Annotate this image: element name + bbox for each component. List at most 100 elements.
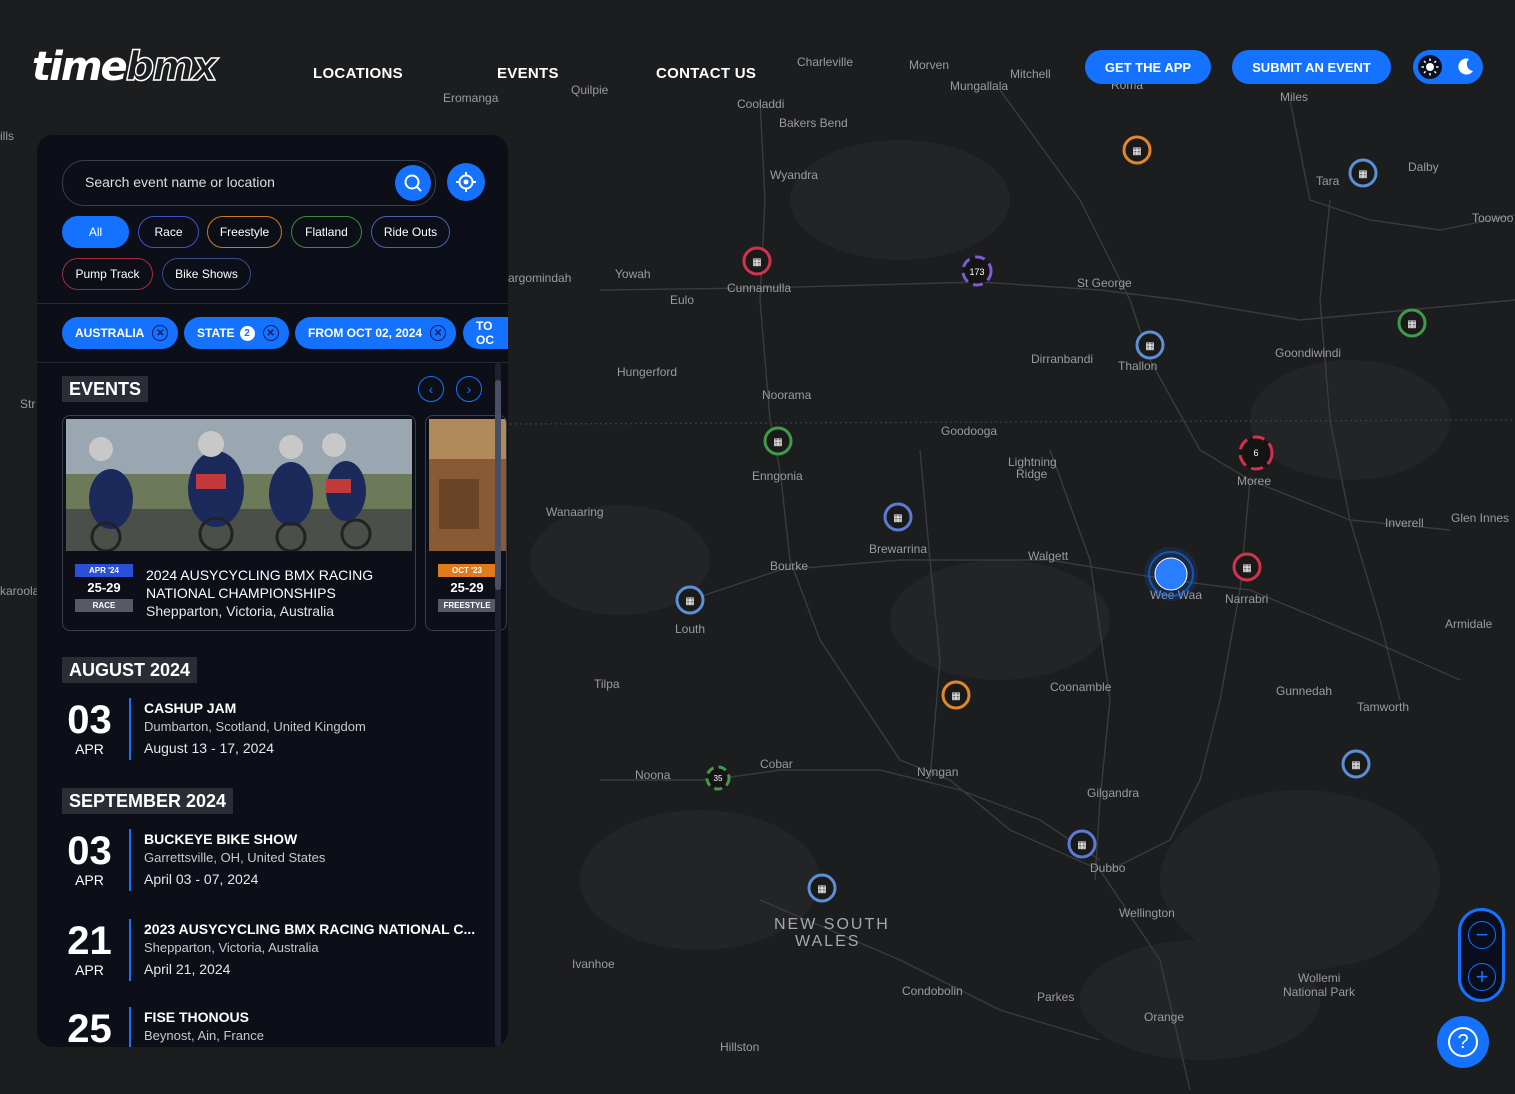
remove-filter-icon[interactable]: ✕ [430, 325, 447, 341]
svg-text:▦: ▦ [1351, 760, 1360, 771]
svg-text:▦: ▦ [1242, 563, 1251, 574]
svg-text:▦: ▦ [685, 596, 694, 607]
event-title: CASHUP JAM [144, 700, 237, 716]
svg-text:karoola: karoola [0, 584, 40, 598]
svg-text:Walgett: Walgett [1028, 549, 1069, 563]
moon-icon [1458, 58, 1473, 75]
svg-text:Nyngan: Nyngan [917, 765, 958, 779]
events-panel: All Race Freestyle Flatland Ride Outs Pu… [37, 135, 508, 1047]
svg-text:Dirranbandi: Dirranbandi [1031, 352, 1093, 366]
svg-text:Tamworth: Tamworth [1357, 700, 1409, 714]
svg-text:▦: ▦ [773, 437, 782, 448]
svg-text:Wyandra: Wyandra [770, 168, 818, 182]
event-dates: April 21, 2024 [144, 961, 231, 977]
list-item[interactable]: 21 APR 2023 AUSYCYCLING BMX RACING NATIO… [62, 919, 482, 983]
search-button[interactable] [395, 165, 431, 201]
svg-text:Goondiwindi: Goondiwindi [1275, 346, 1341, 360]
svg-text:Toowoo: Toowoo [1472, 211, 1514, 225]
svg-text:Goodooga: Goodooga [941, 424, 997, 438]
remove-filter-icon[interactable]: ✕ [152, 325, 169, 341]
carousel-prev-button[interactable]: ‹ [418, 376, 444, 402]
divider [129, 1007, 131, 1047]
event-month: APR '24 [75, 564, 133, 577]
zoom-out-button[interactable]: − [1468, 921, 1496, 949]
get-the-app-button[interactable]: GET THE APP [1085, 50, 1211, 84]
svg-text:Dalby: Dalby [1408, 160, 1439, 174]
zoom-control: − + [1458, 908, 1505, 1002]
svg-text:▦: ▦ [1145, 341, 1154, 352]
filter-chip-state[interactable]: STATE 2 ✕ [184, 317, 289, 349]
category-freestyle[interactable]: Freestyle [207, 216, 282, 248]
svg-text:Hungerford: Hungerford [617, 365, 677, 379]
svg-text:6: 6 [1253, 448, 1258, 458]
category-bike-shows[interactable]: Bike Shows [162, 258, 251, 290]
event-month: APR [75, 872, 104, 888]
svg-text:▦: ▦ [1132, 146, 1141, 157]
top-nav: timebmx LOCATIONS EVENTS CONTACT US GET … [0, 0, 1515, 135]
filter-chip-from-date[interactable]: FROM OCT 02, 2024 ✕ [295, 317, 457, 349]
category-race[interactable]: Race [138, 216, 199, 248]
svg-text:argomindah: argomindah [508, 271, 571, 285]
search-input[interactable] [83, 173, 387, 191]
filter-count-badge: 2 [239, 325, 255, 341]
remove-filter-icon[interactable]: ✕ [262, 325, 279, 341]
svg-text:Cunnamulla: Cunnamulla [727, 281, 791, 295]
svg-text:35: 35 [714, 774, 723, 783]
filter-label: AUSTRALIA [75, 326, 145, 340]
event-type: RACE [75, 599, 133, 612]
nav-contact-us[interactable]: CONTACT US [656, 65, 756, 82]
scrollbar-thumb[interactable] [495, 380, 501, 590]
event-title: FISE THONOUS [144, 1009, 250, 1025]
list-item[interactable]: 03 APR BUCKEYE BIKE SHOW Garrettsville, … [62, 829, 482, 893]
event-type: FREESTYLE [438, 599, 496, 612]
filter-chip-to-date[interactable]: TO OC [463, 317, 508, 349]
svg-text:Glen Innes: Glen Innes [1451, 511, 1509, 525]
featured-event-card[interactable]: APR '24 25-29 RACE 2024 AUSYCYCLING BMX … [62, 415, 416, 631]
event-photo [66, 419, 412, 551]
nav-locations[interactable]: LOCATIONS [313, 65, 403, 82]
filter-label: STATE [197, 326, 235, 340]
event-dates: August 13 - 17, 2024 [144, 740, 274, 756]
category-flatland[interactable]: Flatland [291, 216, 362, 248]
svg-text:Narrabri: Narrabri [1225, 592, 1268, 606]
zoom-in-button[interactable]: + [1468, 963, 1496, 991]
locate-button[interactable] [447, 163, 485, 201]
nav-events[interactable]: EVENTS [497, 65, 559, 82]
theme-toggle[interactable] [1413, 50, 1483, 84]
submit-event-button[interactable]: SUBMIT AN EVENT [1232, 50, 1391, 84]
list-item[interactable]: 03 APR CASHUP JAM Dumbarton, Scotland, U… [62, 698, 482, 762]
event-location: Shepparton, Victoria, Australia [146, 603, 335, 619]
event-month: APR [75, 741, 104, 757]
question-icon: ? [1448, 1027, 1478, 1057]
event-location: Beynost, Ain, France [144, 1028, 264, 1043]
svg-text:Cobar: Cobar [760, 757, 793, 771]
event-title: BUCKEYE BIKE SHOW [144, 831, 298, 847]
svg-text:▦: ▦ [752, 257, 761, 268]
search-box [62, 160, 436, 206]
month-heading: AUGUST 2024 [62, 657, 198, 683]
events-heading: EVENTS [62, 376, 149, 402]
svg-text:Louth: Louth [675, 622, 705, 636]
svg-text:National Park: National Park [1283, 985, 1356, 999]
filter-label: TO OC [476, 319, 494, 347]
svg-text:Parkes: Parkes [1037, 990, 1074, 1004]
category-ride-outs[interactable]: Ride Outs [371, 216, 450, 248]
svg-text:Gunnedah: Gunnedah [1276, 684, 1332, 698]
logo[interactable]: timebmx [32, 43, 219, 91]
svg-text:Orange: Orange [1144, 1010, 1184, 1024]
category-pump-track[interactable]: Pump Track [62, 258, 153, 290]
svg-text:Noona: Noona [635, 768, 671, 782]
divider [129, 698, 131, 760]
svg-text:Tilpa: Tilpa [594, 677, 620, 691]
svg-text:Eulo: Eulo [670, 293, 694, 307]
list-item[interactable]: 25 FISE THONOUS Beynost, Ain, France [62, 1007, 482, 1047]
help-button[interactable]: ? [1437, 1016, 1489, 1068]
svg-text:Coonamble: Coonamble [1050, 680, 1112, 694]
carousel-next-button[interactable]: › [456, 376, 482, 402]
filter-chip-country[interactable]: AUSTRALIA ✕ [62, 317, 179, 349]
divider [129, 829, 131, 891]
svg-text:▦: ▦ [893, 513, 902, 524]
event-month: APR [75, 962, 104, 978]
svg-text:WALES: WALES [795, 933, 860, 950]
category-all[interactable]: All [62, 216, 129, 248]
